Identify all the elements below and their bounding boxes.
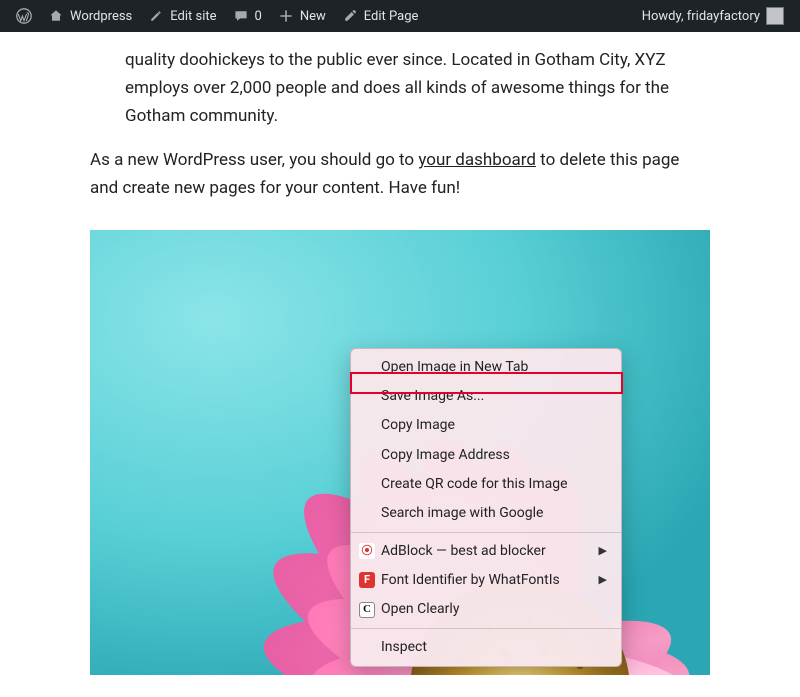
- user-account-link[interactable]: Howdy, fridayfactory: [634, 0, 792, 32]
- submenu-arrow-icon: ▶: [599, 542, 607, 560]
- ctx-search-image-google[interactable]: Search image with Google: [351, 499, 621, 528]
- featured-image[interactable]: Open Image in New Tab Save Image As... C…: [90, 230, 710, 675]
- site-name-label: Wordpress: [70, 9, 132, 24]
- plus-icon: [278, 8, 294, 24]
- comments-link[interactable]: 0: [225, 0, 270, 32]
- edit-page-label: Edit Page: [364, 9, 419, 24]
- ctx-search-image-google-label: Search image with Google: [381, 502, 543, 525]
- ctx-copy-image-address-label: Copy Image Address: [381, 444, 510, 467]
- adblock-icon: ⦿: [359, 543, 375, 559]
- ctx-ext-clearly[interactable]: C Open Clearly: [351, 595, 621, 624]
- comment-count: 0: [255, 9, 262, 24]
- ctx-copy-image-label: Copy Image: [381, 414, 455, 437]
- body-paragraph-1: quality doohickeys to the public ever si…: [90, 46, 710, 130]
- home-icon: [48, 8, 64, 24]
- pencil-icon: [342, 8, 358, 24]
- body-paragraph-2: As a new WordPress user, you should go t…: [90, 146, 710, 202]
- ctx-create-qr-code-label: Create QR code for this Image: [381, 473, 568, 496]
- edit-site-label: Edit site: [170, 9, 216, 24]
- ctx-copy-image[interactable]: Copy Image: [351, 411, 621, 440]
- ctx-ext-adblock[interactable]: ⦿ AdBlock — best ad blocker ▶: [351, 537, 621, 566]
- user-avatar-icon: [766, 7, 784, 25]
- edit-page-link[interactable]: Edit Page: [334, 0, 427, 32]
- ctx-create-qr-code[interactable]: Create QR code for this Image: [351, 470, 621, 499]
- ctx-separator-1: [351, 532, 621, 533]
- site-name-link[interactable]: Wordpress: [40, 0, 140, 32]
- ctx-ext-clearly-label: Open Clearly: [381, 598, 459, 621]
- brush-icon: [148, 8, 164, 24]
- ctx-save-image-as[interactable]: Save Image As...: [351, 382, 621, 411]
- ctx-save-image-as-label: Save Image As...: [381, 385, 484, 408]
- ctx-ext-whatfont-label: Font Identifier by WhatFontIs: [381, 569, 560, 592]
- comment-icon: [233, 8, 249, 24]
- edit-site-link[interactable]: Edit site: [140, 0, 224, 32]
- wp-admin-bar: Wordpress Edit site 0 New Edit Page Howd…: [0, 0, 800, 32]
- wp-logo-menu[interactable]: [8, 0, 40, 32]
- ctx-inspect[interactable]: Inspect: [351, 633, 621, 662]
- wordpress-logo-icon: [16, 8, 32, 24]
- greeting-label: Howdy, fridayfactory: [642, 9, 760, 24]
- whatfont-icon: F: [359, 572, 375, 588]
- ctx-ext-adblock-label: AdBlock — best ad blocker: [381, 540, 546, 563]
- submenu-arrow-icon: ▶: [599, 571, 607, 589]
- ctx-copy-image-address[interactable]: Copy Image Address: [351, 441, 621, 470]
- ctx-separator-2: [351, 628, 621, 629]
- new-content-link[interactable]: New: [270, 0, 334, 32]
- para2-before: As a new WordPress user, you should go t…: [90, 150, 418, 170]
- page-content: quality doohickeys to the public ever si…: [0, 46, 800, 697]
- new-label: New: [300, 9, 326, 24]
- clearly-icon: C: [359, 602, 375, 618]
- ctx-ext-whatfont[interactable]: F Font Identifier by WhatFontIs ▶: [351, 566, 621, 595]
- ctx-inspect-label: Inspect: [381, 636, 427, 659]
- ctx-open-image-new-tab-label: Open Image in New Tab: [381, 356, 528, 379]
- ctx-open-image-new-tab[interactable]: Open Image in New Tab: [351, 353, 621, 382]
- context-menu: Open Image in New Tab Save Image As... C…: [350, 348, 622, 667]
- dashboard-link[interactable]: your dashboard: [418, 150, 536, 170]
